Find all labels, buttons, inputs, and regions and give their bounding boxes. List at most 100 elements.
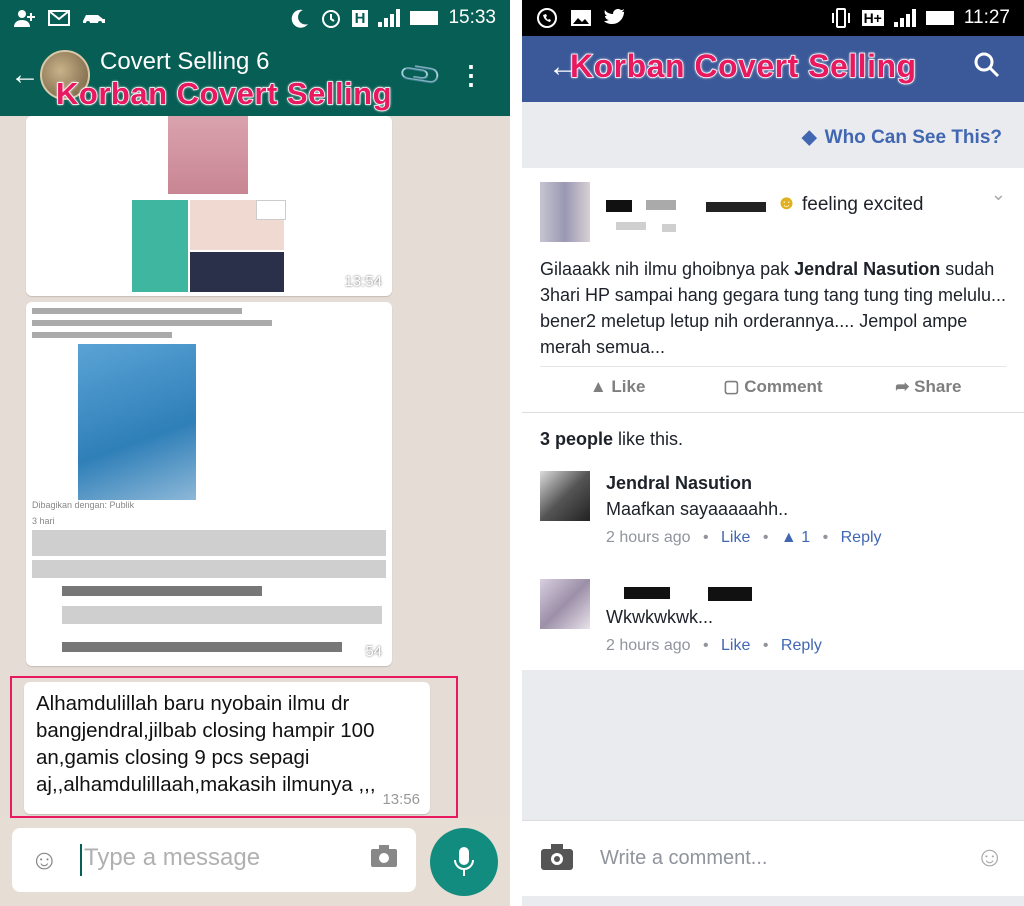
blurred-text (62, 586, 262, 596)
comment-time: 2 hours ago (606, 637, 691, 654)
paperclip-icon[interactable]: 📎 (397, 51, 445, 99)
signal-icon (893, 9, 916, 27)
blurred-name (606, 200, 632, 212)
likes-summary[interactable]: 3 people like this. (540, 429, 683, 450)
thumbs-up-icon: ▲ (589, 376, 612, 396)
twitter-icon (604, 9, 626, 27)
post-body: Gilaaakk nih ilmu ghoibnya pak Jendral N… (540, 256, 1006, 360)
status-bar: H 15:33 (0, 0, 510, 36)
avatar[interactable] (540, 182, 590, 242)
likes-suffix: like this. (613, 429, 684, 449)
message-time: 13:54 (344, 273, 382, 290)
likes-count: 3 people (540, 429, 614, 449)
feeling-text: feeling excited (802, 194, 924, 215)
separator: • (702, 637, 709, 654)
blurred-name (708, 587, 752, 601)
separator: • (702, 529, 709, 546)
avatar[interactable] (540, 471, 590, 521)
separator: • (762, 529, 769, 546)
comment-time: 2 hours ago (606, 529, 691, 546)
comment-reply-link[interactable]: Reply (781, 637, 822, 654)
post-card: ☻ feeling excited ⌄ Gilaaakk nih ilmu gh… (522, 168, 1024, 412)
app-header: ← Korban Covert Selling (522, 36, 1024, 102)
camera-icon[interactable] (540, 843, 574, 878)
smile-icon[interactable]: ☺ (975, 841, 1004, 873)
network-type: H (351, 9, 369, 27)
alarm-icon (320, 7, 342, 29)
back-arrow-icon[interactable]: ← (10, 58, 40, 92)
share-label: Share (914, 376, 962, 396)
comment-meta: 2 hours ago • Like • ▲ 1 • Reply (606, 529, 882, 547)
whatsapp-screen: H 15:33 ← Covert Selling 6 📎 ⋮ Korban Co… (0, 0, 510, 906)
person-add-icon (14, 9, 36, 27)
comment-label: Comment (744, 376, 823, 396)
image-icon (570, 9, 592, 27)
likes-caption: 3 hari (32, 516, 55, 526)
overlay-label: Korban Covert Selling (569, 47, 917, 85)
share-button[interactable]: ➦ Share (851, 377, 1006, 397)
blurred-row (32, 560, 386, 578)
status-bar: H+ 11:27 (522, 0, 1024, 36)
status-time: 11:27 (963, 7, 1010, 28)
signal-icon (378, 9, 401, 27)
comment-like-count: 1 (801, 529, 811, 546)
message-time: 54 (365, 643, 382, 660)
highlight-box (10, 676, 458, 818)
comment-author[interactable]: Jendral Nasution (606, 473, 752, 494)
chat-title[interactable]: Covert Selling 6 (100, 48, 269, 76)
comment-like-link[interactable]: Like (721, 637, 750, 654)
more-vertical-icon[interactable]: ⋮ (458, 60, 484, 91)
camera-icon[interactable] (370, 844, 398, 875)
product-photo (132, 200, 188, 292)
battery-icon (410, 11, 439, 25)
comment-composer: Write a comment... ☺ (522, 820, 1024, 896)
blurred-name (646, 200, 676, 210)
who-can-see-label: Who Can See This? (824, 127, 1002, 148)
who-can-see-link[interactable]: ◆ Who Can See This? (802, 126, 1002, 149)
moon-icon (290, 8, 310, 28)
emoji-icon[interactable]: ☺ (30, 844, 59, 876)
comment-button[interactable]: ▢ Comment (695, 377, 850, 397)
search-icon[interactable] (974, 52, 1000, 85)
whatsapp-icon (536, 7, 558, 29)
mention-link[interactable]: Jendral Nasution (794, 259, 940, 279)
comment-like-link[interactable]: Like (721, 529, 750, 546)
blurred-text (32, 320, 272, 326)
comments-section: 3 people like this. Jendral Nasution Maa… (522, 412, 1024, 670)
blurred-row (32, 530, 386, 556)
battery-icon (925, 11, 954, 25)
blurred-meta (616, 222, 646, 230)
comment-icon: ▢ (723, 376, 745, 396)
car-icon (82, 11, 106, 25)
network-type: H+ (861, 10, 884, 26)
product-photo (256, 200, 286, 220)
comment-text: Maafkan sayaaaaahh.. (606, 499, 789, 519)
like-label: Like (611, 376, 646, 396)
text-caret (80, 844, 82, 876)
post-actions: ▲ Like ▢ Comment ➦ Share (540, 366, 1006, 406)
comment-meta: 2 hours ago • Like • Reply (606, 637, 822, 655)
blurred-name (706, 202, 766, 212)
shared-post-message[interactable]: Dibagikan dengan: Publik 3 hari 54 (26, 302, 392, 666)
avatar[interactable] (540, 579, 590, 629)
post-body-prefix: Gilaaakk nih ilmu ghoibnya pak (540, 259, 795, 279)
image-message[interactable]: 13:54 (26, 116, 392, 296)
overlay-label: Korban Covert Selling (55, 75, 393, 112)
vibrate-icon (830, 8, 852, 28)
comment-reply-link[interactable]: Reply (841, 529, 882, 546)
message-input[interactable]: ☺ Type a message (12, 828, 416, 892)
chevron-down-icon[interactable]: ⌄ (991, 184, 1006, 205)
tag-icon: ◆ (802, 127, 817, 148)
input-placeholder: Type a message (84, 844, 261, 871)
separator: • (822, 529, 829, 546)
blurred-row (62, 606, 382, 624)
shared-photo (78, 344, 196, 500)
mic-icon[interactable] (430, 828, 498, 896)
comment-text: Wkwkwkwk... (606, 607, 713, 627)
comment-input[interactable]: Write a comment... (600, 847, 767, 870)
chat-header: ← Covert Selling 6 📎 ⋮ Korban Covert Sel… (0, 36, 510, 116)
blurred-text (32, 332, 172, 338)
thumbs-up-icon: ▲ (780, 529, 797, 546)
like-button[interactable]: ▲ Like (540, 377, 695, 397)
mail-icon (48, 10, 70, 26)
